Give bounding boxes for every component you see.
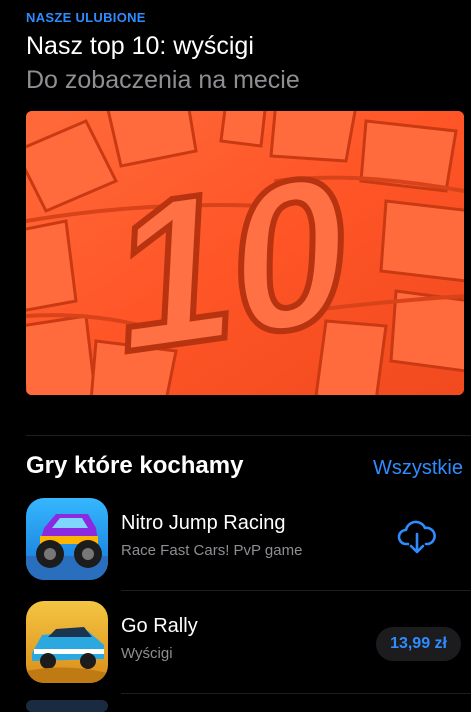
hero-number: 10 xyxy=(98,131,362,395)
list-item[interactable]: Go Rally Wyścigi 13,99 zł xyxy=(26,601,471,685)
app-name: Nitro Jump Racing xyxy=(121,512,286,534)
cloud-download-icon[interactable] xyxy=(397,520,437,556)
price-button[interactable]: 13,99 zł xyxy=(376,627,461,661)
monster-truck-icon[interactable] xyxy=(26,498,108,580)
tire-tread-artwork: 10 xyxy=(26,111,464,395)
app-name: Go Rally xyxy=(121,615,198,637)
feature-subtitle: Do zobaczenia na mecie xyxy=(26,66,300,94)
feature-eyebrow: NASZE ULUBIONE xyxy=(26,10,146,25)
list-item[interactable]: Nitro Jump Racing Race Fast Cars! PvP ga… xyxy=(26,498,471,582)
app-subtitle: Wyścigi xyxy=(121,645,173,662)
section-title: Gry które kochamy xyxy=(26,452,244,479)
feature-title[interactable]: Nasz top 10: wyścigi xyxy=(26,32,254,61)
rally-car-icon[interactable] xyxy=(26,601,108,683)
see-all-link[interactable]: Wszystkie xyxy=(373,457,463,480)
feature-hero-image[interactable]: 10 xyxy=(26,111,464,395)
row-divider xyxy=(121,693,471,694)
section-divider xyxy=(26,435,471,436)
app-subtitle: Race Fast Cars! PvP game xyxy=(121,542,303,559)
row-divider xyxy=(121,590,471,591)
next-app-icon[interactable] xyxy=(26,700,108,712)
